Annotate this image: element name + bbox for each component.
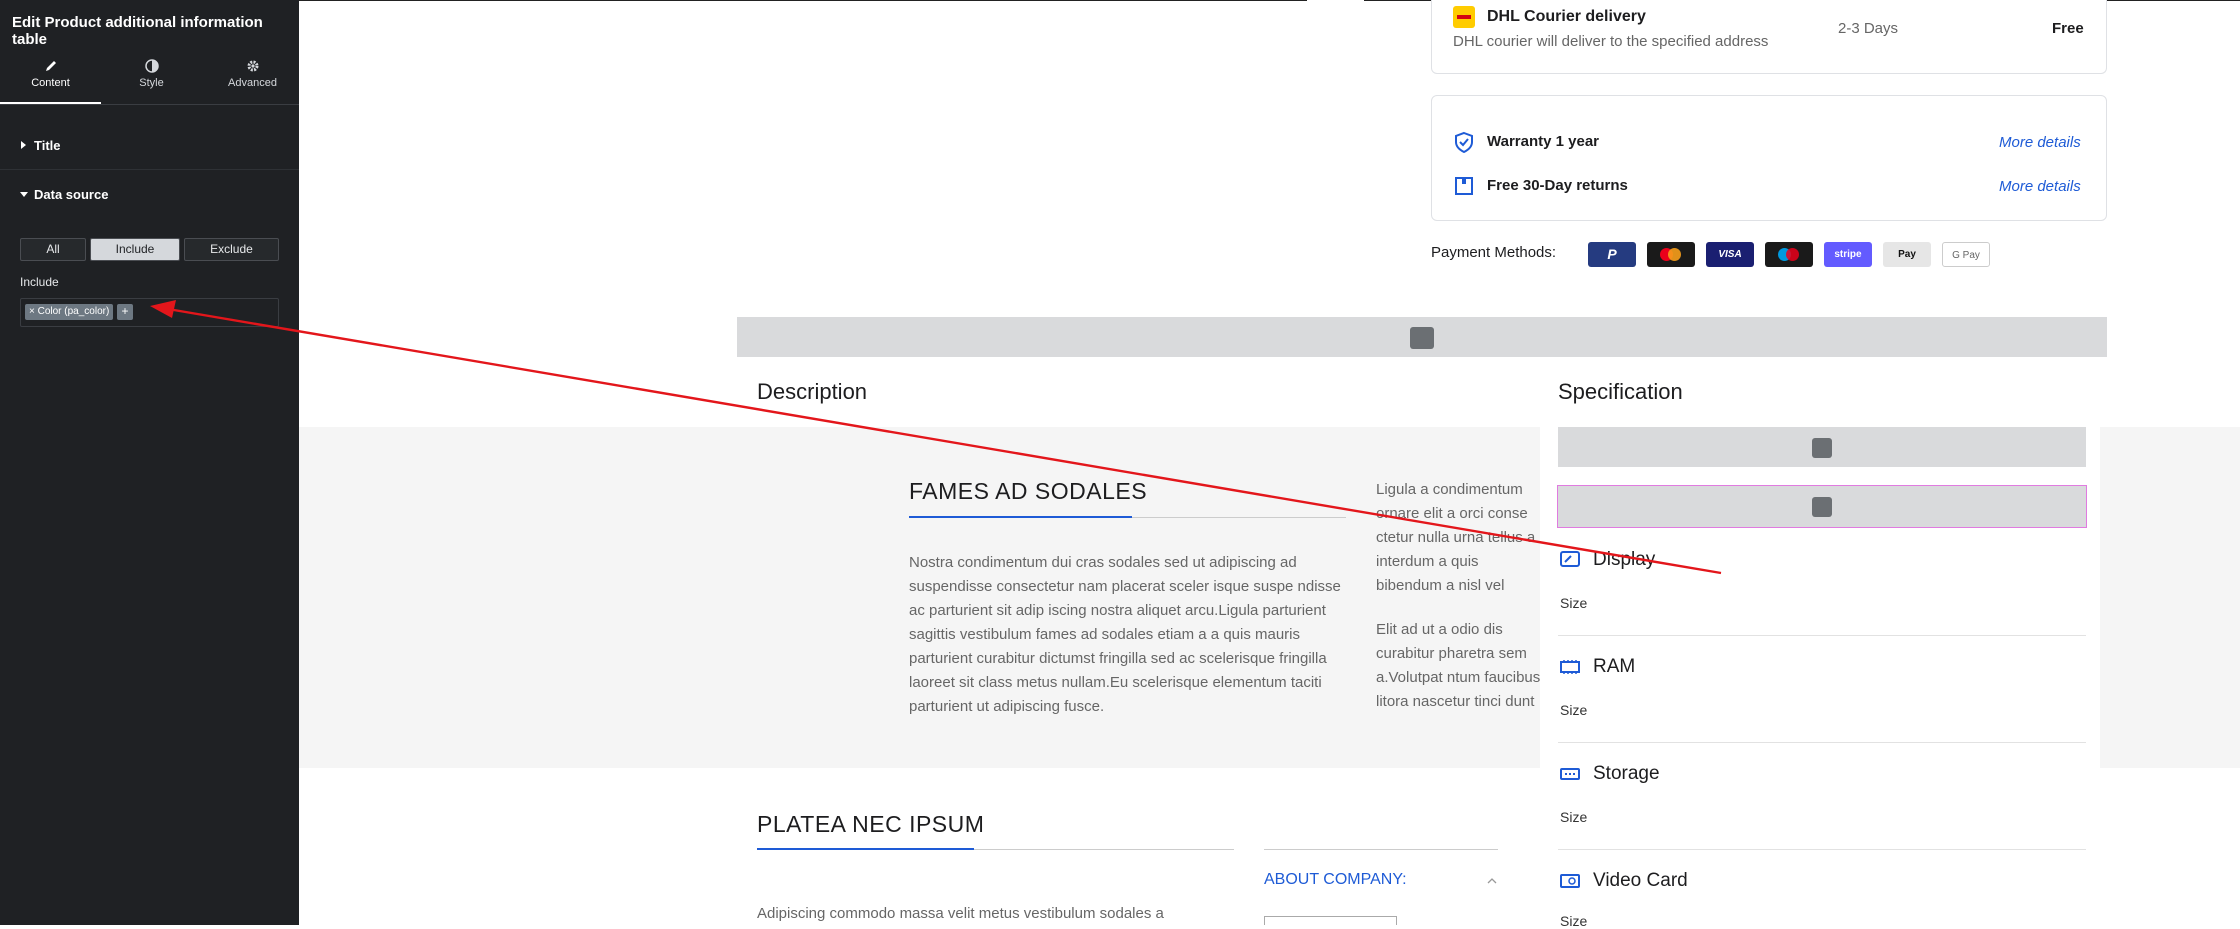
about-company-toggle[interactable]: ABOUT COMPANY: [1264, 871, 1407, 889]
shipping-description: DHL courier will deliver to the specifie… [1453, 33, 1769, 50]
broken-image [1264, 916, 1397, 925]
table-placeholder-icon [1812, 497, 1832, 517]
ram-icon [1560, 660, 1580, 674]
shipping-card: DHL Courier delivery DHL courier will de… [1431, 0, 2107, 74]
table-placeholder-icon [1812, 438, 1832, 458]
return-box-icon [1455, 177, 1473, 195]
ligula-paragraph: Ligula a condimentum ornare elit a orci … [1376, 481, 1536, 594]
accordion-divider [1264, 849, 1498, 850]
tab-advanced-label: Advanced [228, 77, 277, 89]
tab-style-label: Style [139, 77, 164, 89]
add-chip-button[interactable]: + [117, 304, 133, 320]
tab-style[interactable]: Style [101, 50, 202, 105]
video-card-icon [1560, 874, 1580, 888]
fames-heading: FAMES AD SODALES [909, 478, 1148, 504]
warranty-label: Warranty 1 year [1487, 133, 1600, 150]
apple-pay-icon: Pay [1883, 242, 1931, 267]
chevron-up-icon[interactable] [1487, 877, 1497, 884]
tab-content[interactable]: Content [0, 50, 101, 105]
editor-panel: Edit Product additional information tabl… [0, 0, 299, 925]
source-all-button[interactable]: All [20, 238, 86, 261]
returns-label: Free 30-Day returns [1487, 177, 1628, 194]
source-exclude-button[interactable]: Exclude [184, 238, 279, 261]
payment-label: Payment Methods: [1431, 244, 1557, 261]
section-data-source-label: Data source [34, 187, 109, 202]
shipping-price: Free [2052, 20, 2084, 37]
returns-more-link[interactable]: More details [1999, 178, 2081, 195]
spec-storage-title: Storage [1593, 763, 1660, 784]
fames-underline-accent [909, 516, 1132, 518]
include-select[interactable]: × Color (pa_color) + [20, 298, 279, 327]
spec-ram-size: Size [1560, 702, 1588, 718]
include-chip[interactable]: × Color (pa_color) [25, 304, 114, 320]
fames-paragraph: Nostra condimentum dui cras sodales sed … [909, 554, 1341, 715]
paypal-icon: P [1588, 242, 1636, 267]
section-title-label: Title [34, 138, 61, 153]
visa-icon: VISA [1706, 242, 1754, 267]
platea-underline-accent [757, 848, 974, 850]
shipping-name: DHL Courier delivery [1487, 8, 1646, 25]
dhl-logo-icon [1453, 6, 1475, 28]
spec-display-size: Size [1560, 595, 1588, 611]
tab-advanced[interactable]: Advanced [202, 50, 303, 105]
spec-ram-title: RAM [1593, 656, 1636, 677]
display-icon [1560, 551, 1580, 567]
shield-check-icon [1455, 131, 1473, 153]
platea-heading: PLATEA NEC IPSUM [757, 811, 985, 837]
guarantees-card: Warranty 1 year More details Free 30-Day… [1431, 95, 2107, 221]
elit-paragraph: Elit ad ut a odio dis curabitur pharetra… [1376, 621, 1541, 710]
specification-heading: Specification [1558, 379, 1683, 404]
section-title[interactable]: Title [0, 122, 299, 170]
spec-video-card-size: Size [1560, 913, 1588, 929]
spec-placeholder-1[interactable] [1558, 427, 2086, 467]
pencil-icon [45, 61, 56, 71]
widget-placeholder-icon [1410, 327, 1434, 349]
caret-down-icon [20, 192, 28, 197]
section-data-source[interactable]: Data source [0, 171, 299, 219]
warranty-more-link[interactable]: More details [1999, 134, 2081, 151]
gear-icon [247, 60, 258, 72]
stripe-icon: stripe [1824, 242, 1872, 267]
mastercard-icon [1647, 242, 1695, 267]
spec-divider [1558, 849, 2086, 850]
spec-display-title: Display [1593, 549, 1656, 570]
contrast-icon [144, 59, 159, 73]
spec-divider [1558, 742, 2086, 743]
spec-placeholder-2[interactable] [1557, 485, 2087, 528]
storage-icon [1560, 768, 1580, 780]
shipping-time: 2-3 Days [1838, 20, 1899, 37]
tab-divider [0, 104, 299, 105]
widget-placeholder-bar[interactable] [737, 317, 2107, 357]
spec-divider [1558, 635, 2086, 636]
spec-video-card-title: Video Card [1593, 870, 1688, 891]
spec-storage-size: Size [1560, 809, 1588, 825]
top-divider [299, 0, 1307, 1]
include-label: Include [20, 275, 59, 289]
maestro-icon [1765, 242, 1813, 267]
tab-content-label: Content [31, 77, 70, 89]
platea-paragraph: Adipiscing commodo massa velit metus ves… [757, 905, 1164, 922]
google-pay-icon: G Pay [1942, 242, 1990, 267]
source-include-button[interactable]: Include [90, 238, 180, 261]
description-heading: Description [757, 379, 868, 404]
panel-title: Edit Product additional information tabl… [12, 14, 263, 48]
caret-right-icon [21, 141, 26, 149]
